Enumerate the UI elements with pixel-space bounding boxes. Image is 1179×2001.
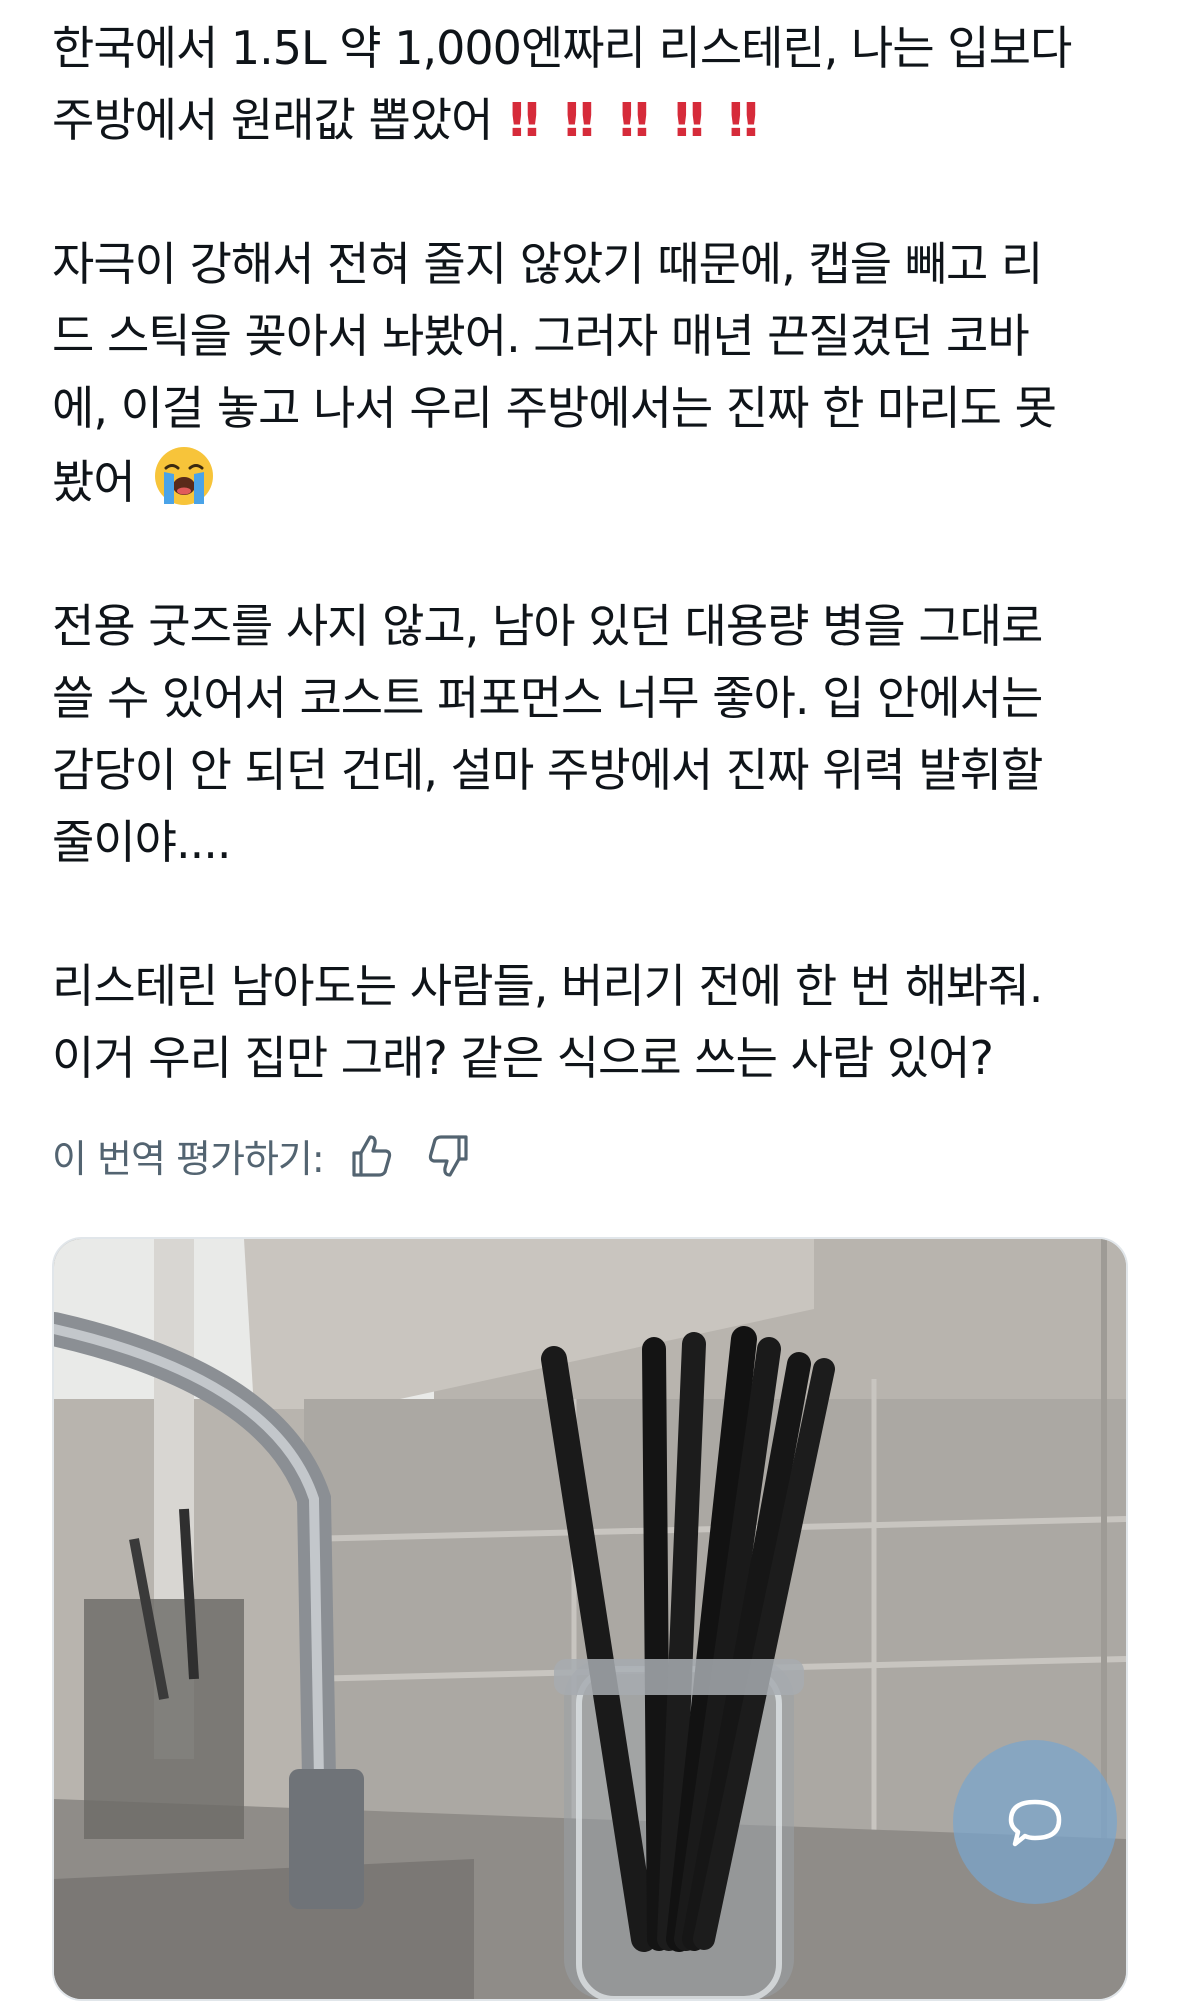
text-line: 전용 굿즈를 사지 않고, 남아 있던 대용량 병을 그대로 bbox=[52, 599, 1043, 653]
text-line: 쓸 수 있어서 코스트 퍼포먼스 너무 좋아. 입 안에서는 bbox=[52, 671, 1043, 725]
text-line: 드 스틱을 꽂아서 놔봤어. 그러자 매년 끈질겼던 코바 bbox=[52, 309, 1030, 363]
text-line: 봤어 bbox=[52, 455, 136, 509]
text-line: 에, 이걸 놓고 나서 우리 주방에서는 진짜 한 마리도 못 bbox=[52, 381, 1057, 435]
chat-bubble-icon bbox=[1008, 1799, 1062, 1847]
text-line: 줄이야.... bbox=[52, 815, 231, 869]
double-exclamation-emoji: ‼ ‼ ‼ ‼ ‼ bbox=[509, 93, 762, 147]
text-line: 이거 우리 집만 그래? 같은 식으로 쓰는 사람 있어? bbox=[52, 1031, 994, 1085]
text-line: 주방에서 원래값 뽑았어 bbox=[52, 93, 493, 147]
post-photo[interactable] bbox=[52, 1237, 1128, 2001]
translation-rating-label: 이 번역 평가하기: bbox=[52, 1137, 325, 1181]
text-line: 한국에서 1.5L 약 1,000엔짜리 리스테린, 나는 입보다 bbox=[52, 21, 1072, 75]
thumbs-up-icon[interactable] bbox=[346, 1131, 396, 1181]
post-paragraph: 한국에서 1.5L 약 1,000엔짜리 리스테린, 나는 입보다 주방에서 원… bbox=[52, 12, 1142, 156]
loudly-crying-face-emoji bbox=[152, 444, 216, 508]
text-line: 감당이 안 되던 건데, 설마 주방에서 진짜 위력 발휘할 bbox=[52, 743, 1043, 797]
post-paragraph: 자극이 강해서 전혀 줄지 않았기 때문에, 캡을 빼고 리 드 스틱을 꽂아서… bbox=[52, 228, 1142, 518]
post-paragraph: 전용 굿즈를 사지 않고, 남아 있던 대용량 병을 그대로 쓸 수 있어서 코… bbox=[52, 590, 1142, 878]
post-paragraph: 리스테린 남아도는 사람들, 버리기 전에 한 번 해봐줘. 이거 우리 집만 … bbox=[52, 950, 1142, 1094]
text-line: 리스테린 남아도는 사람들, 버리기 전에 한 번 해봐줘. bbox=[52, 959, 1043, 1013]
thumbs-down-icon[interactable] bbox=[424, 1131, 474, 1181]
text-line: 자극이 강해서 전혀 줄지 않았기 때문에, 캡을 빼고 리 bbox=[52, 237, 1043, 291]
translation-rating: 이 번역 평가하기: bbox=[52, 1128, 474, 1183]
post-text: 한국에서 1.5L 약 1,000엔짜리 리스테린, 나는 입보다 주방에서 원… bbox=[52, 12, 1142, 1166]
chat-floating-button[interactable] bbox=[953, 1740, 1117, 1904]
photo-of-reed-diffuser-icon bbox=[54, 1239, 1126, 1999]
